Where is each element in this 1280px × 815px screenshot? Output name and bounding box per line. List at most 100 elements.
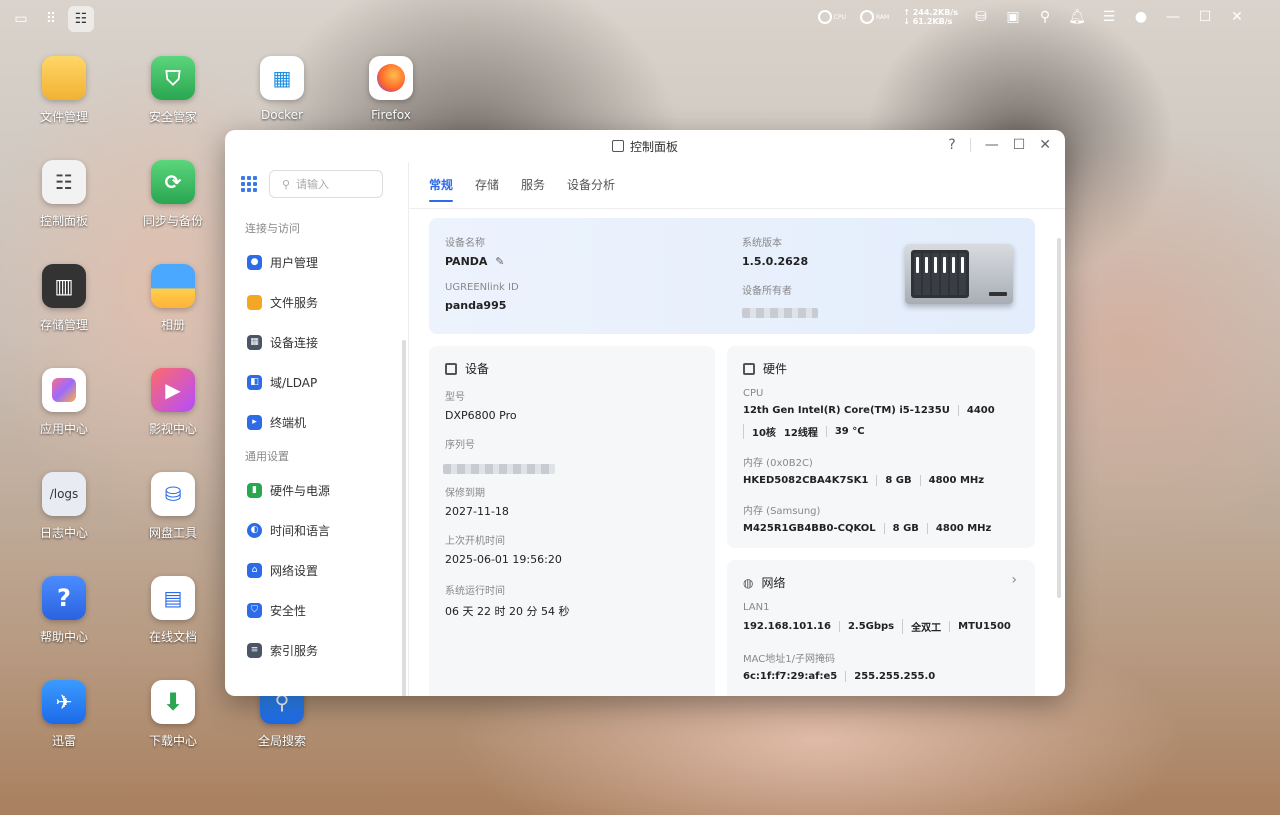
logs-icon: /logs [42,472,86,516]
window-controls: ? — ☐ ✕ [948,137,1051,153]
desktop-icon-online-docs[interactable]: ▤ 在线文档 [133,576,213,645]
desktop-icon-control-panel[interactable]: ☷ 控制面板 [24,160,104,229]
redacted-owner [742,308,818,318]
device-owner-label: 设备所有者 [742,286,792,297]
desktop-icon-photos[interactable]: 相册 [133,264,213,333]
lan-field: LAN1 192.168.101.16 2.5Gbps 全双工 MTU1500 [743,602,1019,634]
sidebar-item-device-connection[interactable]: ▦ 设备连接 [225,322,408,362]
sidebar-item-network[interactable]: ⌂ 网络设置 [225,550,408,590]
sidebar-item-index-service[interactable]: ≡ 索引服务 [225,630,408,670]
desktop-icon-label: 网盘工具 [148,526,197,540]
sidebar-group-general: 通用设置 [245,450,289,463]
cpu-field: CPU 12th Gen Intel(R) Core(TM) i5-1235U … [743,388,1023,439]
chip-icon [743,362,755,375]
network-card[interactable]: ◍ 网络 › LAN1 192.168.101.16 2.5Gbps 全双工 MT… [727,560,1035,696]
firefox-icon [369,56,413,100]
desktop-icon-download-center[interactable]: ⬇ 下载中心 [133,680,213,749]
sidebar-item-file-services[interactable]: 文件服务 [225,282,408,322]
last-boot-label: 上次开机时间 [445,536,505,547]
ugreen-id-label: UGREENlink ID [445,282,519,293]
settings-sliders-icon[interactable]: ☰ [1100,8,1118,26]
help-button[interactable]: ? [948,137,955,153]
minimize-button[interactable]: — [985,137,999,153]
tab-storage[interactable]: 存储 [475,176,499,196]
main-scrollbar[interactable] [1057,238,1061,598]
sidebar-item-ldap[interactable]: ◧ 域/LDAP [225,362,408,402]
network-speed[interactable]: ↑ 244.2KB/s ↓ 61.2KB/s [903,8,958,26]
tab-divider [409,208,1065,209]
ram-ring-icon [860,10,874,24]
monitor-icon[interactable]: ▣ [1004,8,1022,26]
search-icon[interactable]: ⚲ [1036,8,1054,26]
desktop-icon-storage[interactable]: ▥ 存储管理 [24,264,104,333]
document-icon: ▤ [151,576,195,620]
xunlei-bird-icon: ✈ [42,680,86,724]
top-bar: ▭ ⠿ ☷ CPU RAM ↑ 244.2KB/s ↓ 61.2KB/s ⛁ ▣… [0,0,1280,38]
storage-icon[interactable]: ⛁ [972,8,990,26]
sidebar-item-security[interactable]: ⛉ 安全性 [225,590,408,630]
system-version-field: 系统版本 1.5.0.2628 [742,234,808,268]
desktop-icon-log-center[interactable]: /logs 日志中心 [24,472,104,541]
cpu-passmark: 4400 [957,405,1003,416]
device-card-title-text: 设备 [465,362,490,376]
uptime-field: 系统运行时间 06 天 22 时 20 分 54 秒 [445,582,569,619]
ram-meter-label: RAM [876,13,890,21]
sidebar-item-time-language[interactable]: ◐ 时间和语言 [225,510,408,550]
desktop-icon-docker[interactable]: ▦ Docker [242,56,322,122]
photo-icon [151,264,195,308]
chevron-right-icon[interactable]: › [1011,572,1017,588]
tab-device-analysis[interactable]: 设备分析 [567,176,615,196]
serial-field: 序列号 [443,436,555,478]
desktop-icon-label: Firefox [371,108,411,122]
notification-bell-icon[interactable]: 🔔︎ [1068,8,1086,26]
sidebar-item-label: 网络设置 [270,563,319,578]
search-input[interactable]: ⚲ 请输入 [269,170,383,198]
edit-pencil-icon[interactable]: ✎ [495,255,504,268]
lan-mtu: MTU1500 [949,621,1019,632]
minimize-icon[interactable]: — [1164,8,1182,26]
cpu-threads: 12线程 [783,428,818,439]
cpu-meter[interactable]: CPU [817,10,846,24]
tab-general[interactable]: 常规 [429,176,454,202]
app-grid-icon[interactable]: ⠿ [38,6,64,32]
user-icon[interactable]: ● [1132,8,1150,26]
tab-services[interactable]: 服务 [521,176,545,196]
window-title-bar[interactable]: 控制面板 ? — ☐ ✕ [225,130,1065,162]
divider [969,138,971,152]
sidebar-item-label: 安全性 [270,603,307,618]
shield-icon: ⛉ [247,602,262,618]
ram-meter[interactable]: RAM [860,10,889,24]
desktop-icon-video-center[interactable]: ▶ 影视中心 [133,368,213,437]
download-speed: ↓ 61.2KB/s [903,17,953,26]
maximize-button[interactable]: ☐ [1013,137,1026,153]
lan-duplex: 全双工 [902,619,949,634]
sidebar-item-label: 硬件与电源 [270,483,331,498]
desktop-icon-xunlei[interactable]: ✈ 迅雷 [24,680,104,749]
sidebar-item-hardware-power[interactable]: ▮ 硬件与电源 [225,470,408,510]
desktop-icon-sync-backup[interactable]: ⟳ 同步与备份 [133,160,213,229]
show-desktop-icon[interactable]: ▭ [8,6,34,32]
close-icon[interactable]: ✕ [1228,8,1246,26]
sidebar-item-label: 设备连接 [270,335,319,350]
docker-whale-icon: ▦ [260,56,304,100]
maximize-icon[interactable]: ☐ [1196,8,1214,26]
lan-speed: 2.5Gbps [838,621,902,632]
sidebar-item-label: 域/LDAP [270,375,318,390]
desktop-icon-help[interactable]: ? 帮助中心 [24,576,104,645]
control-panel-taskbar-icon[interactable]: ☷ [68,6,94,32]
app-grid-icon[interactable] [241,176,257,192]
sidebar-scrollbar[interactable] [402,340,406,696]
index-icon: ≡ [247,642,262,658]
sidebar-item-label: 索引服务 [270,643,319,658]
close-button[interactable]: ✕ [1039,137,1051,153]
desktop-icon-file-manager[interactable]: 文件管理 [24,56,104,125]
mac-address: 6c:1f:f7:29:af:e5 [743,671,838,682]
sidebar-item-users[interactable]: ● 用户管理 [225,242,408,282]
desktop-icon-cloud-tools[interactable]: ⛁ 网盘工具 [133,472,213,541]
sidebar-item-terminal[interactable]: ▸ 终端机 [225,402,408,442]
sidebar-item-label: 时间和语言 [270,523,331,538]
desktop-icon-firefox[interactable]: Firefox [351,56,431,122]
memory2-label: 内存 (Samsung) [743,506,821,517]
desktop-icon-app-center[interactable]: 应用中心 [24,368,104,437]
desktop-icon-security[interactable]: ⛉ 安全管家 [133,56,213,125]
